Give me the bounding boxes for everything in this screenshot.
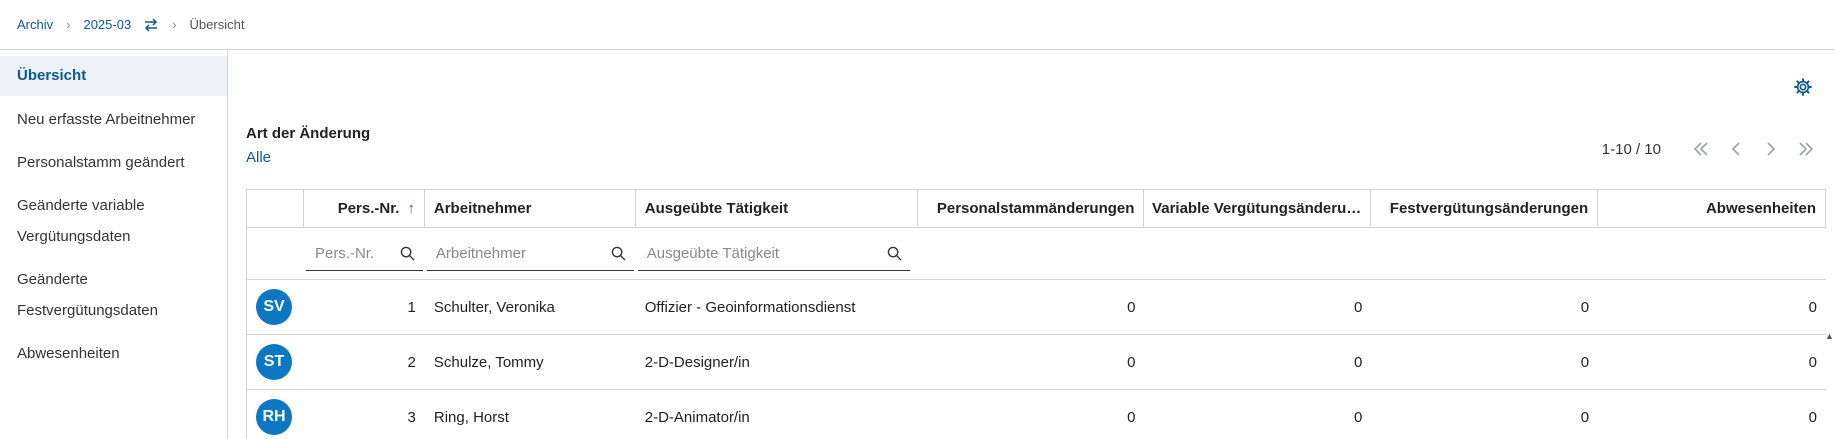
pers-nr-filter-input[interactable]: Pers.-Nr. bbox=[305, 237, 423, 271]
sidebar-item-personalstamm-geaendert[interactable]: Personalstamm geändert bbox=[0, 141, 227, 184]
table-row[interactable]: SV 1 Schulter, Veronika Offizier - Geoin… bbox=[247, 280, 1826, 335]
employee-name-cell: Schulter, Veronika bbox=[433, 298, 555, 316]
next-page-icon[interactable] bbox=[1753, 137, 1788, 161]
personnel-changes-cell: 0 bbox=[1127, 408, 1136, 426]
filter-empty bbox=[247, 228, 304, 279]
chevron-right-icon: › bbox=[172, 17, 177, 32]
sort-ascending-icon: ↑ bbox=[407, 200, 415, 217]
change-type-label: Art der Änderung bbox=[246, 125, 371, 142]
sidebar-item-festverguetungsdaten[interactable]: Geänderte Festvergütungsdaten bbox=[0, 258, 200, 332]
fixed-changes-cell: 0 bbox=[1580, 298, 1590, 316]
absences-cell: 0 bbox=[1808, 408, 1817, 426]
header-absences[interactable]: Abwesenheiten bbox=[1598, 190, 1826, 227]
fixed-changes-cell: 0 bbox=[1580, 353, 1590, 371]
avatar: RH bbox=[256, 399, 292, 435]
pagination: 1-10 / 10 bbox=[1602, 137, 1823, 161]
breadcrumb-current: Übersicht bbox=[189, 17, 245, 32]
sidebar: Übersicht Neu erfasste Arbeitnehmer Pers… bbox=[0, 51, 228, 439]
variable-changes-cell: 0 bbox=[1353, 298, 1363, 316]
breadcrumb: Archiv › 2025-03 › Übersicht bbox=[0, 0, 1835, 50]
filter-empty bbox=[918, 228, 1145, 279]
table-row[interactable]: RH 3 Ring, Horst 2-D-Animator/in 0 0 0 0 bbox=[247, 390, 1826, 439]
employee-table: Pers.-Nr. ↑ Arbeitnehmer Ausgeübte Tätig… bbox=[246, 189, 1826, 439]
filter-pers-nr-cell: Pers.-Nr. bbox=[304, 228, 425, 279]
first-page-icon[interactable] bbox=[1683, 137, 1718, 161]
header-variable-changes[interactable]: Variable Vergütungsänderu… bbox=[1144, 190, 1372, 227]
last-page-icon[interactable] bbox=[1788, 137, 1823, 161]
pagination-info: 1-10 / 10 bbox=[1601, 140, 1661, 158]
personnel-changes-cell: 0 bbox=[1127, 298, 1136, 316]
employee-name-cell: Ring, Horst bbox=[433, 408, 509, 426]
employee-name-cell: Schulze, Tommy bbox=[433, 353, 544, 371]
sidebar-item-uebersicht[interactable]: Übersicht bbox=[0, 56, 227, 96]
search-icon bbox=[400, 246, 415, 261]
pers-nr-filter-placeholder: Pers.-Nr. bbox=[314, 245, 375, 262]
table-row[interactable]: ST 2 Schulze, Tommy 2-D-Designer/in 0 0 … bbox=[247, 335, 1826, 390]
table-filter-row: Pers.-Nr. Arbeitnehmer Ausgeübte Tätigke… bbox=[247, 228, 1826, 280]
header-personnel-changes[interactable]: Personalstammänderungen bbox=[918, 190, 1145, 227]
sidebar-item-neu-erfasste-arbeitnehmer[interactable]: Neu erfasste Arbeitnehmer bbox=[0, 98, 227, 141]
variable-changes-cell: 0 bbox=[1353, 353, 1363, 371]
header-employee[interactable]: Arbeitnehmer bbox=[425, 190, 636, 227]
settings-gear-icon[interactable] bbox=[1793, 77, 1813, 97]
absences-cell: 0 bbox=[1808, 353, 1817, 371]
header-avatar-col bbox=[247, 190, 304, 227]
main-content: Art der Änderung Alle 1-10 / 10 Pers.-Nr… bbox=[229, 51, 1835, 439]
pers-nr-cell: 3 bbox=[407, 408, 416, 426]
sidebar-item-variable-verguetungsdaten[interactable]: Geänderte variable Vergütungsdaten bbox=[0, 184, 200, 258]
employee-filter-input[interactable]: Arbeitnehmer bbox=[426, 237, 634, 271]
header-activity[interactable]: Ausgeübte Tätigkeit bbox=[636, 190, 918, 227]
prev-page-icon[interactable] bbox=[1718, 137, 1753, 161]
table-header-row: Pers.-Nr. ↑ Arbeitnehmer Ausgeübte Tätig… bbox=[247, 190, 1826, 228]
breadcrumb-period[interactable]: 2025-03 bbox=[83, 17, 131, 32]
activity-cell: 2-D-Designer/in bbox=[644, 353, 750, 371]
avatar-cell: RH bbox=[247, 390, 304, 439]
avatar-cell: ST bbox=[247, 335, 304, 389]
avatar-cell: SV bbox=[247, 280, 304, 334]
scrollbar-up-arrow[interactable]: ▲ bbox=[1825, 331, 1835, 341]
absences-cell: 0 bbox=[1808, 298, 1817, 316]
activity-cell: Offizier - Geoinformationsdienst bbox=[644, 298, 856, 316]
header-fixed-changes[interactable]: Festvergütungsänderungen bbox=[1371, 190, 1599, 227]
filter-activity-cell: Ausgeübte Tätigkeit bbox=[636, 228, 918, 279]
personnel-changes-cell: 0 bbox=[1127, 353, 1136, 371]
filter-employee-cell: Arbeitnehmer bbox=[425, 228, 636, 279]
activity-filter-placeholder: Ausgeübte Tätigkeit bbox=[646, 245, 780, 262]
search-icon bbox=[611, 246, 626, 261]
breadcrumb-archive[interactable]: Archiv bbox=[17, 17, 53, 32]
avatar: ST bbox=[256, 344, 292, 380]
header-pers-nr-label: Pers.-Nr. bbox=[337, 200, 400, 217]
fixed-changes-cell: 0 bbox=[1580, 408, 1590, 426]
activity-filter-input[interactable]: Ausgeübte Tätigkeit bbox=[637, 237, 910, 271]
chevron-right-icon: › bbox=[66, 17, 71, 32]
sidebar-item-abwesenheiten[interactable]: Abwesenheiten bbox=[0, 332, 227, 375]
filter-empty bbox=[1371, 228, 1598, 279]
filter-empty bbox=[1598, 228, 1826, 279]
avatar: SV bbox=[256, 289, 292, 325]
variable-changes-cell: 0 bbox=[1353, 408, 1363, 426]
search-icon bbox=[887, 246, 902, 261]
employee-filter-placeholder: Arbeitnehmer bbox=[435, 245, 526, 262]
pers-nr-cell: 1 bbox=[407, 298, 416, 316]
pers-nr-cell: 2 bbox=[407, 353, 416, 371]
header-pers-nr[interactable]: Pers.-Nr. ↑ bbox=[304, 190, 425, 227]
filter-empty bbox=[1144, 228, 1371, 279]
swap-icon[interactable] bbox=[143, 17, 159, 32]
change-type-select[interactable]: Alle bbox=[246, 149, 271, 166]
activity-cell: 2-D-Animator/in bbox=[644, 408, 750, 426]
